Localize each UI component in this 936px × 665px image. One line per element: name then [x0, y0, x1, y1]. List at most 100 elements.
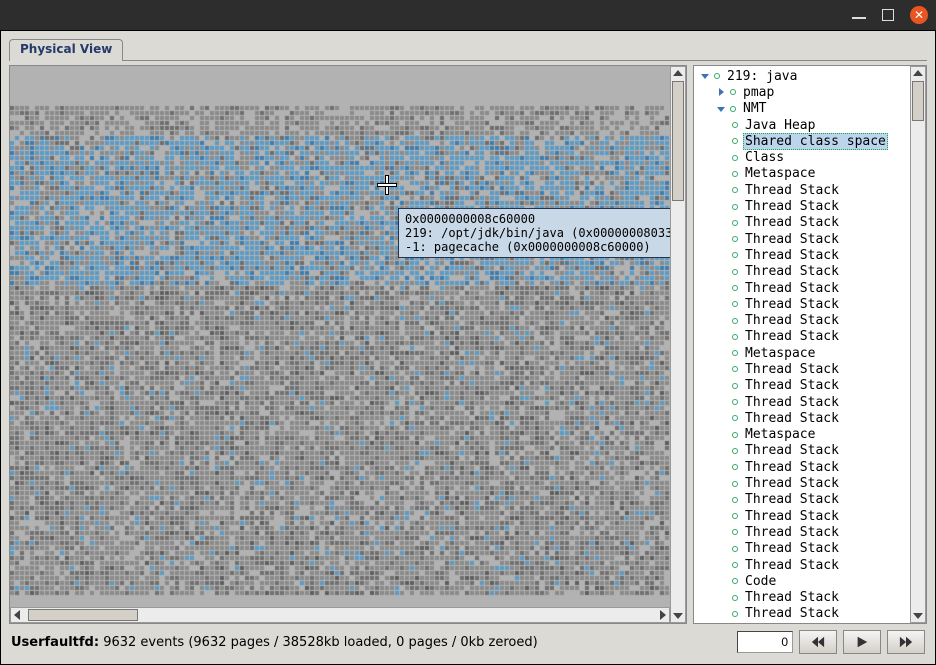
node-bullet-icon	[730, 89, 736, 95]
tree-item-label: Thread Stack	[743, 443, 841, 458]
memory-vertical-scrollbar[interactable]	[670, 66, 686, 623]
tree-item-label: Thread Stack	[743, 525, 841, 540]
memory-horizontal-scrollbar[interactable]	[10, 607, 670, 623]
tree-item-label: Thread Stack	[743, 541, 841, 556]
tree-nmt-child[interactable]: Thread Stack	[694, 312, 910, 328]
tree-item-label: Thread Stack	[743, 509, 841, 524]
tree-item-label: Thread Stack	[743, 232, 841, 247]
tree-root[interactable]: 219: java	[694, 68, 910, 84]
tree-nmt-child[interactable]: Thread Stack	[694, 378, 910, 394]
tree-nmt[interactable]: NMT	[694, 101, 910, 117]
fast-forward-button[interactable]	[887, 630, 925, 654]
tree-nmt-child[interactable]: Thread Stack	[694, 394, 910, 410]
tree-pmap[interactable]: pmap	[694, 84, 910, 100]
close-icon[interactable]: ✕	[910, 6, 928, 24]
tree-item-label: Thread Stack	[743, 378, 841, 393]
collapse-icon[interactable]	[716, 104, 726, 114]
tree-item-label: Thread Stack	[743, 183, 841, 198]
scrollbar-thumb[interactable]	[672, 81, 684, 201]
maximize-icon[interactable]	[882, 9, 894, 21]
rewind-button[interactable]	[799, 630, 837, 654]
tree-item-label: Thread Stack	[743, 313, 841, 328]
tree-nmt-child[interactable]: Metaspace	[694, 345, 910, 361]
tree-item-label: Thread Stack	[743, 492, 841, 507]
tooltip-line: -1: pagecache (0x0000000008c60000)	[405, 240, 670, 254]
status-bar: Userfaultfd: 9632 events (9632 pages / 3…	[9, 628, 927, 656]
tree-item-label: pmap	[741, 85, 776, 100]
tree-item-label: 219: java	[725, 69, 799, 84]
tree-nmt-child[interactable]: Shared class space	[694, 133, 910, 149]
tree-nmt-child[interactable]: Thread Stack	[694, 215, 910, 231]
expand-icon[interactable]	[716, 87, 726, 97]
tree-nmt-child[interactable]: Thread Stack	[694, 443, 910, 459]
memory-canvas[interactable]: 0x0000000008c60000 219: /opt/jdk/bin/jav…	[10, 66, 670, 607]
tree-nmt-child[interactable]: Thread Stack	[694, 541, 910, 557]
tree-nmt-child[interactable]: Thread Stack	[694, 475, 910, 491]
tree-nmt-child[interactable]: Class	[694, 149, 910, 165]
tooltip-line: 219: /opt/jdk/bin/java (0x00000008033e70…	[405, 226, 670, 240]
tab-bar: Physical View	[9, 39, 927, 61]
tree-item-label: Shared class space	[743, 133, 888, 150]
node-bullet-icon	[732, 220, 738, 226]
tree-nmt-child[interactable]: Thread Stack	[694, 459, 910, 475]
play-icon	[855, 635, 869, 649]
tree-nmt-child[interactable]: Metaspace	[694, 427, 910, 443]
node-bullet-icon	[732, 529, 738, 535]
node-bullet-icon	[732, 269, 738, 275]
tree-item-label: Thread Stack	[743, 411, 841, 426]
tree-nmt-child[interactable]: Thread Stack	[694, 557, 910, 573]
node-bullet-icon	[732, 252, 738, 258]
play-button[interactable]	[843, 630, 881, 654]
tree-item-label: Thread Stack	[743, 460, 841, 475]
node-bullet-icon	[732, 318, 738, 324]
node-bullet-icon	[732, 366, 738, 372]
tree-nmt-child[interactable]: Thread Stack	[694, 247, 910, 263]
tree-item-label: Thread Stack	[743, 297, 841, 312]
tree-nmt-child[interactable]: Thread Stack	[694, 198, 910, 214]
tree-nmt-child[interactable]: Java Heap	[694, 117, 910, 133]
node-bullet-icon	[732, 122, 738, 128]
tree-nmt-child[interactable]: Code	[694, 573, 910, 589]
node-bullet-icon	[732, 562, 738, 568]
tab-physical-view[interactable]: Physical View	[9, 39, 123, 61]
tree-item-label: Thread Stack	[743, 215, 841, 230]
node-bullet-icon	[732, 285, 738, 291]
tree-item-label: Metaspace	[743, 427, 817, 442]
tree-nmt-child[interactable]: Thread Stack	[694, 231, 910, 247]
tree-nmt-child[interactable]: Thread Stack	[694, 182, 910, 198]
tree-item-label: Thread Stack	[743, 606, 841, 621]
process-tree[interactable]: 219: javapmapNMT Java HeapShared class sp…	[694, 66, 910, 623]
tree-nmt-child[interactable]: Thread Stack	[694, 264, 910, 280]
tree-nmt-child[interactable]: Thread Stack	[694, 524, 910, 540]
tree-nmt-child[interactable]: Thread Stack	[694, 606, 910, 622]
tree-item-label: Code	[743, 574, 778, 589]
memory-view-pane: 0x0000000008c60000 219: /opt/jdk/bin/jav…	[9, 65, 687, 624]
tree-nmt-child[interactable]: Thread Stack	[694, 410, 910, 426]
node-bullet-icon	[732, 595, 738, 601]
tree-vertical-scrollbar[interactable]	[910, 66, 926, 623]
tree-nmt-child[interactable]: Metaspace	[694, 166, 910, 182]
node-bullet-icon	[732, 138, 738, 144]
tree-nmt-child[interactable]: Thread Stack	[694, 590, 910, 606]
tree-nmt-child[interactable]: Thread Stack	[694, 280, 910, 296]
tree-item-label: Thread Stack	[743, 558, 841, 573]
collapse-icon[interactable]	[700, 71, 710, 81]
node-bullet-icon	[730, 106, 736, 112]
minimize-icon[interactable]	[852, 17, 866, 19]
tree-nmt-child[interactable]: Thread Stack	[694, 508, 910, 524]
tree-item-label: Thread Stack	[743, 362, 841, 377]
tree-nmt-child[interactable]: Thread Stack	[694, 329, 910, 345]
tree-nmt-child[interactable]: Thread Stack	[694, 296, 910, 312]
scrollbar-thumb[interactable]	[28, 609, 138, 621]
tree-item-label: Java Heap	[743, 118, 817, 133]
scrollbar-thumb[interactable]	[912, 81, 924, 121]
tree-nmt-child[interactable]: Thread Stack	[694, 361, 910, 377]
tree-nmt-child[interactable]: Thread Stack	[694, 492, 910, 508]
tree-item-label: NMT	[741, 101, 768, 116]
tree-item-label: Thread Stack	[743, 329, 841, 344]
node-bullet-icon	[732, 171, 738, 177]
node-bullet-icon	[732, 383, 738, 389]
event-counter-input[interactable]	[737, 631, 793, 653]
node-bullet-icon	[732, 236, 738, 242]
status-text: Userfaultfd: 9632 events (9632 pages / 3…	[11, 635, 538, 650]
